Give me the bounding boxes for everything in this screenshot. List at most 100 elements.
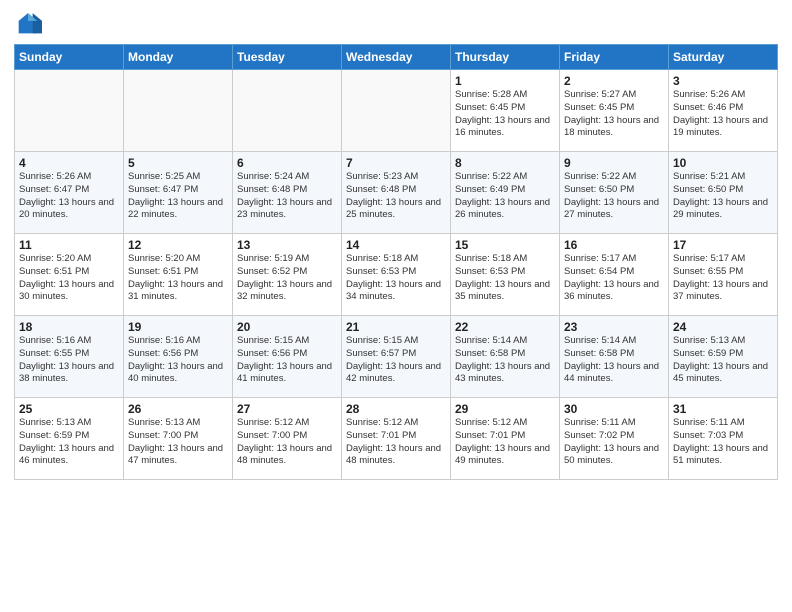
day-info: Sunrise: 5:11 AMSunset: 7:02 PMDaylight:…: [564, 417, 664, 468]
calendar-cell: 11Sunrise: 5:20 AMSunset: 6:51 PMDayligh…: [15, 234, 124, 316]
calendar-cell: 5Sunrise: 5:25 AMSunset: 6:47 PMDaylight…: [124, 152, 233, 234]
day-info: Sunrise: 5:13 AMSunset: 6:59 PMDaylight:…: [673, 335, 773, 386]
day-number: 26: [128, 402, 228, 416]
day-number: 28: [346, 402, 446, 416]
calendar-cell: 22Sunrise: 5:14 AMSunset: 6:58 PMDayligh…: [451, 316, 560, 398]
calendar-cell: 20Sunrise: 5:15 AMSunset: 6:56 PMDayligh…: [233, 316, 342, 398]
weekday-header: Saturday: [669, 45, 778, 70]
day-info: Sunrise: 5:23 AMSunset: 6:48 PMDaylight:…: [346, 171, 446, 222]
logo-icon: [14, 10, 42, 38]
day-number: 6: [237, 156, 337, 170]
day-number: 21: [346, 320, 446, 334]
day-number: 18: [19, 320, 119, 334]
weekday-header: Friday: [560, 45, 669, 70]
weekday-header: Wednesday: [342, 45, 451, 70]
day-info: Sunrise: 5:15 AMSunset: 6:56 PMDaylight:…: [237, 335, 337, 386]
calendar-cell: 21Sunrise: 5:15 AMSunset: 6:57 PMDayligh…: [342, 316, 451, 398]
day-number: 1: [455, 74, 555, 88]
calendar-table: SundayMondayTuesdayWednesdayThursdayFrid…: [14, 44, 778, 480]
calendar-cell: 6Sunrise: 5:24 AMSunset: 6:48 PMDaylight…: [233, 152, 342, 234]
day-number: 29: [455, 402, 555, 416]
calendar-cell: 16Sunrise: 5:17 AMSunset: 6:54 PMDayligh…: [560, 234, 669, 316]
calendar-cell: 9Sunrise: 5:22 AMSunset: 6:50 PMDaylight…: [560, 152, 669, 234]
day-info: Sunrise: 5:24 AMSunset: 6:48 PMDaylight:…: [237, 171, 337, 222]
day-number: 25: [19, 402, 119, 416]
weekday-header: Monday: [124, 45, 233, 70]
day-number: 8: [455, 156, 555, 170]
calendar-cell: 13Sunrise: 5:19 AMSunset: 6:52 PMDayligh…: [233, 234, 342, 316]
calendar-cell: 23Sunrise: 5:14 AMSunset: 6:58 PMDayligh…: [560, 316, 669, 398]
calendar-cell: 12Sunrise: 5:20 AMSunset: 6:51 PMDayligh…: [124, 234, 233, 316]
calendar-cell: [124, 70, 233, 152]
day-info: Sunrise: 5:27 AMSunset: 6:45 PMDaylight:…: [564, 89, 664, 140]
day-info: Sunrise: 5:21 AMSunset: 6:50 PMDaylight:…: [673, 171, 773, 222]
day-info: Sunrise: 5:18 AMSunset: 6:53 PMDaylight:…: [455, 253, 555, 304]
day-number: 27: [237, 402, 337, 416]
day-info: Sunrise: 5:17 AMSunset: 6:54 PMDaylight:…: [564, 253, 664, 304]
day-number: 7: [346, 156, 446, 170]
calendar-cell: 1Sunrise: 5:28 AMSunset: 6:45 PMDaylight…: [451, 70, 560, 152]
weekday-header-row: SundayMondayTuesdayWednesdayThursdayFrid…: [15, 45, 778, 70]
calendar-cell: 27Sunrise: 5:12 AMSunset: 7:00 PMDayligh…: [233, 398, 342, 480]
day-number: 15: [455, 238, 555, 252]
day-number: 14: [346, 238, 446, 252]
day-info: Sunrise: 5:20 AMSunset: 6:51 PMDaylight:…: [19, 253, 119, 304]
calendar-week-row: 4Sunrise: 5:26 AMSunset: 6:47 PMDaylight…: [15, 152, 778, 234]
calendar-cell: 31Sunrise: 5:11 AMSunset: 7:03 PMDayligh…: [669, 398, 778, 480]
day-info: Sunrise: 5:12 AMSunset: 7:01 PMDaylight:…: [346, 417, 446, 468]
day-info: Sunrise: 5:16 AMSunset: 6:56 PMDaylight:…: [128, 335, 228, 386]
calendar-cell: 28Sunrise: 5:12 AMSunset: 7:01 PMDayligh…: [342, 398, 451, 480]
calendar-cell: 8Sunrise: 5:22 AMSunset: 6:49 PMDaylight…: [451, 152, 560, 234]
day-number: 24: [673, 320, 773, 334]
day-info: Sunrise: 5:25 AMSunset: 6:47 PMDaylight:…: [128, 171, 228, 222]
day-info: Sunrise: 5:16 AMSunset: 6:55 PMDaylight:…: [19, 335, 119, 386]
calendar-cell: 7Sunrise: 5:23 AMSunset: 6:48 PMDaylight…: [342, 152, 451, 234]
calendar-cell: 15Sunrise: 5:18 AMSunset: 6:53 PMDayligh…: [451, 234, 560, 316]
day-info: Sunrise: 5:17 AMSunset: 6:55 PMDaylight:…: [673, 253, 773, 304]
day-number: 30: [564, 402, 664, 416]
weekday-header: Sunday: [15, 45, 124, 70]
day-info: Sunrise: 5:22 AMSunset: 6:49 PMDaylight:…: [455, 171, 555, 222]
calendar-week-row: 11Sunrise: 5:20 AMSunset: 6:51 PMDayligh…: [15, 234, 778, 316]
calendar-cell: 18Sunrise: 5:16 AMSunset: 6:55 PMDayligh…: [15, 316, 124, 398]
calendar-cell: 19Sunrise: 5:16 AMSunset: 6:56 PMDayligh…: [124, 316, 233, 398]
day-info: Sunrise: 5:26 AMSunset: 6:46 PMDaylight:…: [673, 89, 773, 140]
calendar-cell: 10Sunrise: 5:21 AMSunset: 6:50 PMDayligh…: [669, 152, 778, 234]
day-number: 9: [564, 156, 664, 170]
day-info: Sunrise: 5:15 AMSunset: 6:57 PMDaylight:…: [346, 335, 446, 386]
day-info: Sunrise: 5:12 AMSunset: 7:01 PMDaylight:…: [455, 417, 555, 468]
calendar-cell: 4Sunrise: 5:26 AMSunset: 6:47 PMDaylight…: [15, 152, 124, 234]
calendar-week-row: 25Sunrise: 5:13 AMSunset: 6:59 PMDayligh…: [15, 398, 778, 480]
day-info: Sunrise: 5:26 AMSunset: 6:47 PMDaylight:…: [19, 171, 119, 222]
calendar-cell: 24Sunrise: 5:13 AMSunset: 6:59 PMDayligh…: [669, 316, 778, 398]
day-number: 19: [128, 320, 228, 334]
weekday-header: Thursday: [451, 45, 560, 70]
day-number: 20: [237, 320, 337, 334]
day-info: Sunrise: 5:18 AMSunset: 6:53 PMDaylight:…: [346, 253, 446, 304]
day-info: Sunrise: 5:12 AMSunset: 7:00 PMDaylight:…: [237, 417, 337, 468]
day-info: Sunrise: 5:13 AMSunset: 7:00 PMDaylight:…: [128, 417, 228, 468]
day-number: 4: [19, 156, 119, 170]
day-number: 22: [455, 320, 555, 334]
day-number: 23: [564, 320, 664, 334]
calendar-cell: 3Sunrise: 5:26 AMSunset: 6:46 PMDaylight…: [669, 70, 778, 152]
weekday-header: Tuesday: [233, 45, 342, 70]
calendar-week-row: 1Sunrise: 5:28 AMSunset: 6:45 PMDaylight…: [15, 70, 778, 152]
day-info: Sunrise: 5:14 AMSunset: 6:58 PMDaylight:…: [564, 335, 664, 386]
day-number: 2: [564, 74, 664, 88]
day-number: 31: [673, 402, 773, 416]
page-container: SundayMondayTuesdayWednesdayThursdayFrid…: [0, 0, 792, 490]
day-number: 3: [673, 74, 773, 88]
day-info: Sunrise: 5:22 AMSunset: 6:50 PMDaylight:…: [564, 171, 664, 222]
day-number: 5: [128, 156, 228, 170]
day-info: Sunrise: 5:28 AMSunset: 6:45 PMDaylight:…: [455, 89, 555, 140]
day-number: 12: [128, 238, 228, 252]
header: [14, 10, 778, 38]
calendar-cell: 14Sunrise: 5:18 AMSunset: 6:53 PMDayligh…: [342, 234, 451, 316]
calendar-cell: 30Sunrise: 5:11 AMSunset: 7:02 PMDayligh…: [560, 398, 669, 480]
calendar-cell: 2Sunrise: 5:27 AMSunset: 6:45 PMDaylight…: [560, 70, 669, 152]
day-number: 10: [673, 156, 773, 170]
day-info: Sunrise: 5:11 AMSunset: 7:03 PMDaylight:…: [673, 417, 773, 468]
day-number: 17: [673, 238, 773, 252]
calendar-week-row: 18Sunrise: 5:16 AMSunset: 6:55 PMDayligh…: [15, 316, 778, 398]
